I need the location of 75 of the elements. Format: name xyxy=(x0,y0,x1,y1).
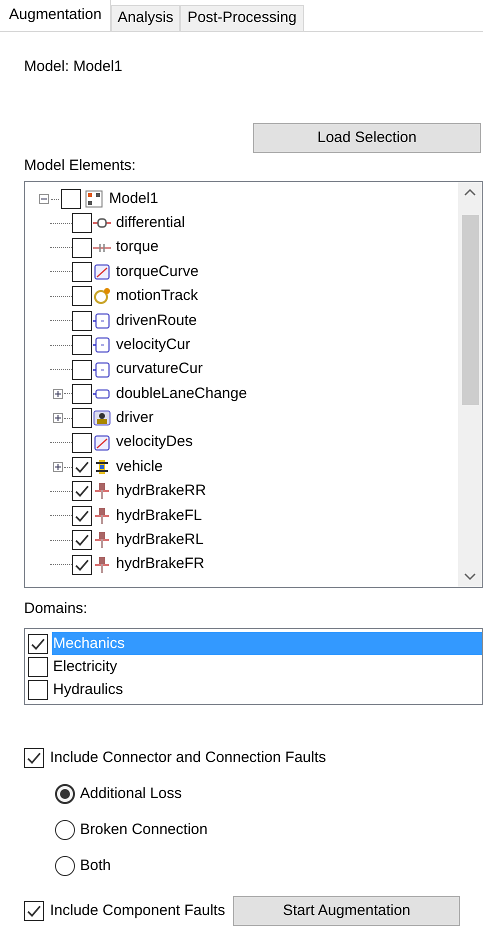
collapse-icon[interactable] xyxy=(39,194,49,204)
tree-item[interactable]: doubleLaneChange xyxy=(116,382,247,406)
tree-item[interactable]: vehicle xyxy=(116,456,163,478)
tree-item[interactable]: velocityCur xyxy=(116,334,190,356)
model-label: Model: Model1 xyxy=(24,57,124,77)
load-selection-button[interactable]: Load Selection xyxy=(253,123,481,153)
checkbox[interactable] xyxy=(72,432,92,453)
block-icon xyxy=(93,360,111,379)
radio-label[interactable]: Broken Connection xyxy=(80,818,208,842)
radio-button[interactable] xyxy=(55,820,75,840)
tree-item[interactable]: hydrBrakeRL xyxy=(116,529,204,552)
checkbox[interactable] xyxy=(72,360,92,380)
tree-item[interactable]: hydrBrakeRR xyxy=(116,480,206,503)
checkbox[interactable] xyxy=(72,262,92,282)
tree-item[interactable]: hydrBrakeFL xyxy=(116,504,202,528)
expand-icon[interactable] xyxy=(53,388,63,399)
tree-item[interactable]: velocityDes xyxy=(116,431,193,454)
list-item[interactable]: Electricity xyxy=(52,655,482,678)
scroll-thumb[interactable] xyxy=(462,214,478,404)
checkbox[interactable] xyxy=(72,408,92,428)
tree-item[interactable]: torqueCurve xyxy=(116,260,199,284)
tab[interactable]: Post-Processing xyxy=(180,5,304,31)
block-icon xyxy=(93,336,111,354)
checkbox[interactable] xyxy=(24,748,44,768)
checkbox[interactable] xyxy=(72,481,92,502)
radio-label[interactable]: Additional Loss xyxy=(80,782,182,806)
block-icon xyxy=(93,312,111,330)
checkbox[interactable] xyxy=(72,286,92,306)
brake-icon xyxy=(93,556,111,574)
checkbox[interactable] xyxy=(28,656,48,676)
radio-button[interactable] xyxy=(55,856,75,876)
list-item[interactable]: Hydraulics xyxy=(52,678,482,701)
tree-item[interactable]: driver xyxy=(116,407,154,430)
checkbox[interactable] xyxy=(28,634,48,654)
checkbox[interactable] xyxy=(24,901,44,921)
scroll-up-icon[interactable] xyxy=(464,188,476,196)
start-augmentation-button[interactable]: Start Augmentation xyxy=(233,896,460,926)
tree-item[interactable]: curvatureCur xyxy=(116,358,203,381)
checkbox[interactable] xyxy=(28,680,48,700)
checkbox[interactable] xyxy=(72,384,92,404)
chart-icon xyxy=(93,262,111,281)
checkbox[interactable] xyxy=(72,213,92,234)
checkbox[interactable] xyxy=(72,554,92,575)
section-label: Model Elements: xyxy=(24,156,137,176)
tab[interactable]: Analysis xyxy=(110,5,180,31)
scrollbar[interactable] xyxy=(458,182,482,587)
brake-icon xyxy=(93,506,111,525)
tree-item[interactable]: differential xyxy=(116,212,185,234)
ring-icon xyxy=(93,287,111,306)
checkbox-label[interactable]: Include Connector and Connection Faults xyxy=(50,746,326,770)
vehicle-icon xyxy=(93,458,111,476)
brake-icon xyxy=(93,531,111,550)
driver-icon xyxy=(93,409,111,428)
expand-icon[interactable] xyxy=(53,462,63,472)
section-label: Domains: xyxy=(24,599,88,619)
checkbox[interactable] xyxy=(72,238,92,258)
checkbox[interactable] xyxy=(72,335,92,356)
tree-item[interactable]: drivenRoute xyxy=(116,310,197,332)
diagram-icon xyxy=(85,190,103,208)
radio-label[interactable]: Both xyxy=(80,854,111,878)
scroll-down-icon[interactable] xyxy=(464,573,476,581)
tree-item[interactable]: motionTrack xyxy=(116,285,198,308)
chart-icon xyxy=(93,434,111,452)
checkbox[interactable] xyxy=(61,189,81,209)
checkbox[interactable] xyxy=(72,506,92,526)
tree-item[interactable]: Model1 xyxy=(109,188,158,210)
brake-icon xyxy=(93,482,111,500)
checkbox[interactable] xyxy=(72,310,92,331)
checkbox-label[interactable]: Include Component Faults xyxy=(50,900,226,922)
expand-icon[interactable] xyxy=(53,413,63,424)
checkbox[interactable] xyxy=(72,457,92,478)
tree-item[interactable]: torque xyxy=(116,236,159,259)
radio-button[interactable] xyxy=(55,784,75,804)
tree-item[interactable]: hydrBrakeFR xyxy=(116,553,204,576)
checkbox[interactable] xyxy=(72,530,92,550)
